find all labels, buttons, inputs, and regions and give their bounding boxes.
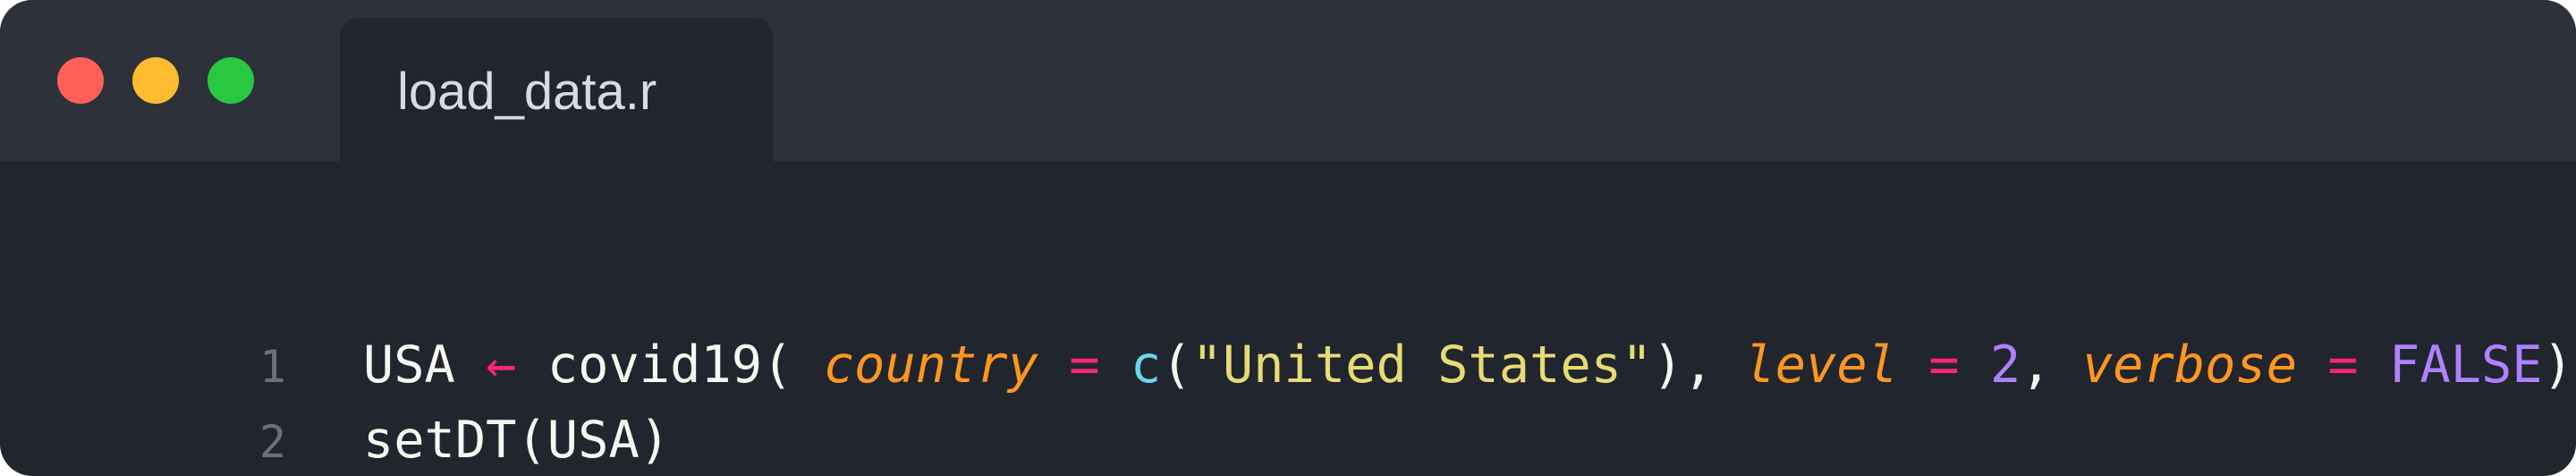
code-token-default: )	[2542, 336, 2573, 395]
code-line: 1 USA ← covid19( country = c("United Stat…	[0, 252, 2573, 395]
code-token-string: "United States"	[1191, 336, 1653, 395]
line-number: 2	[258, 416, 287, 468]
tab-filename: load_data.r	[397, 63, 657, 121]
code-token-parameter: country	[823, 336, 1038, 395]
close-window-button[interactable]	[57, 57, 104, 104]
file-tab[interactable]: load_data.r	[340, 18, 773, 161]
code-token-constant: FALSE	[2389, 336, 2543, 395]
line-code: USA ← covid19( country = c("United State…	[363, 336, 2573, 395]
code-token-default: ),	[1652, 336, 1745, 395]
code-editor[interactable]: 1 USA ← covid19( country = c("United Stat…	[0, 161, 2576, 476]
code-token-builtin: c	[1130, 336, 1162, 395]
code-token-operator: =	[1928, 336, 1960, 395]
zoom-window-button[interactable]	[208, 57, 254, 104]
code-token-operator: =	[1069, 336, 1100, 395]
code-token-default	[1960, 336, 1990, 395]
titlebar: load_data.r	[0, 0, 2576, 161]
code-token-default	[1100, 336, 1131, 395]
minimize-window-button[interactable]	[132, 57, 179, 104]
code-token-default: ,	[2021, 336, 2082, 395]
line-code: setDT(USA)	[363, 411, 670, 470]
code-token-default: setDT(USA)	[362, 411, 671, 470]
code-token-operator: =	[2327, 336, 2359, 395]
code-token-default	[2359, 336, 2389, 395]
code-token-default	[1898, 336, 1928, 395]
code-token-default	[1038, 336, 1069, 395]
code-token-parameter: verbose	[2081, 336, 2298, 395]
code-token-constant: 2	[1989, 336, 2021, 395]
code-token-default	[2297, 336, 2327, 395]
code-window: load_data.r 1 USA ← covid19( country = c(…	[0, 0, 2576, 476]
code-line: 2 setDT(USA)	[0, 327, 670, 470]
code-token-default: (	[1161, 336, 1192, 395]
code-token-parameter: level	[1744, 336, 1898, 395]
